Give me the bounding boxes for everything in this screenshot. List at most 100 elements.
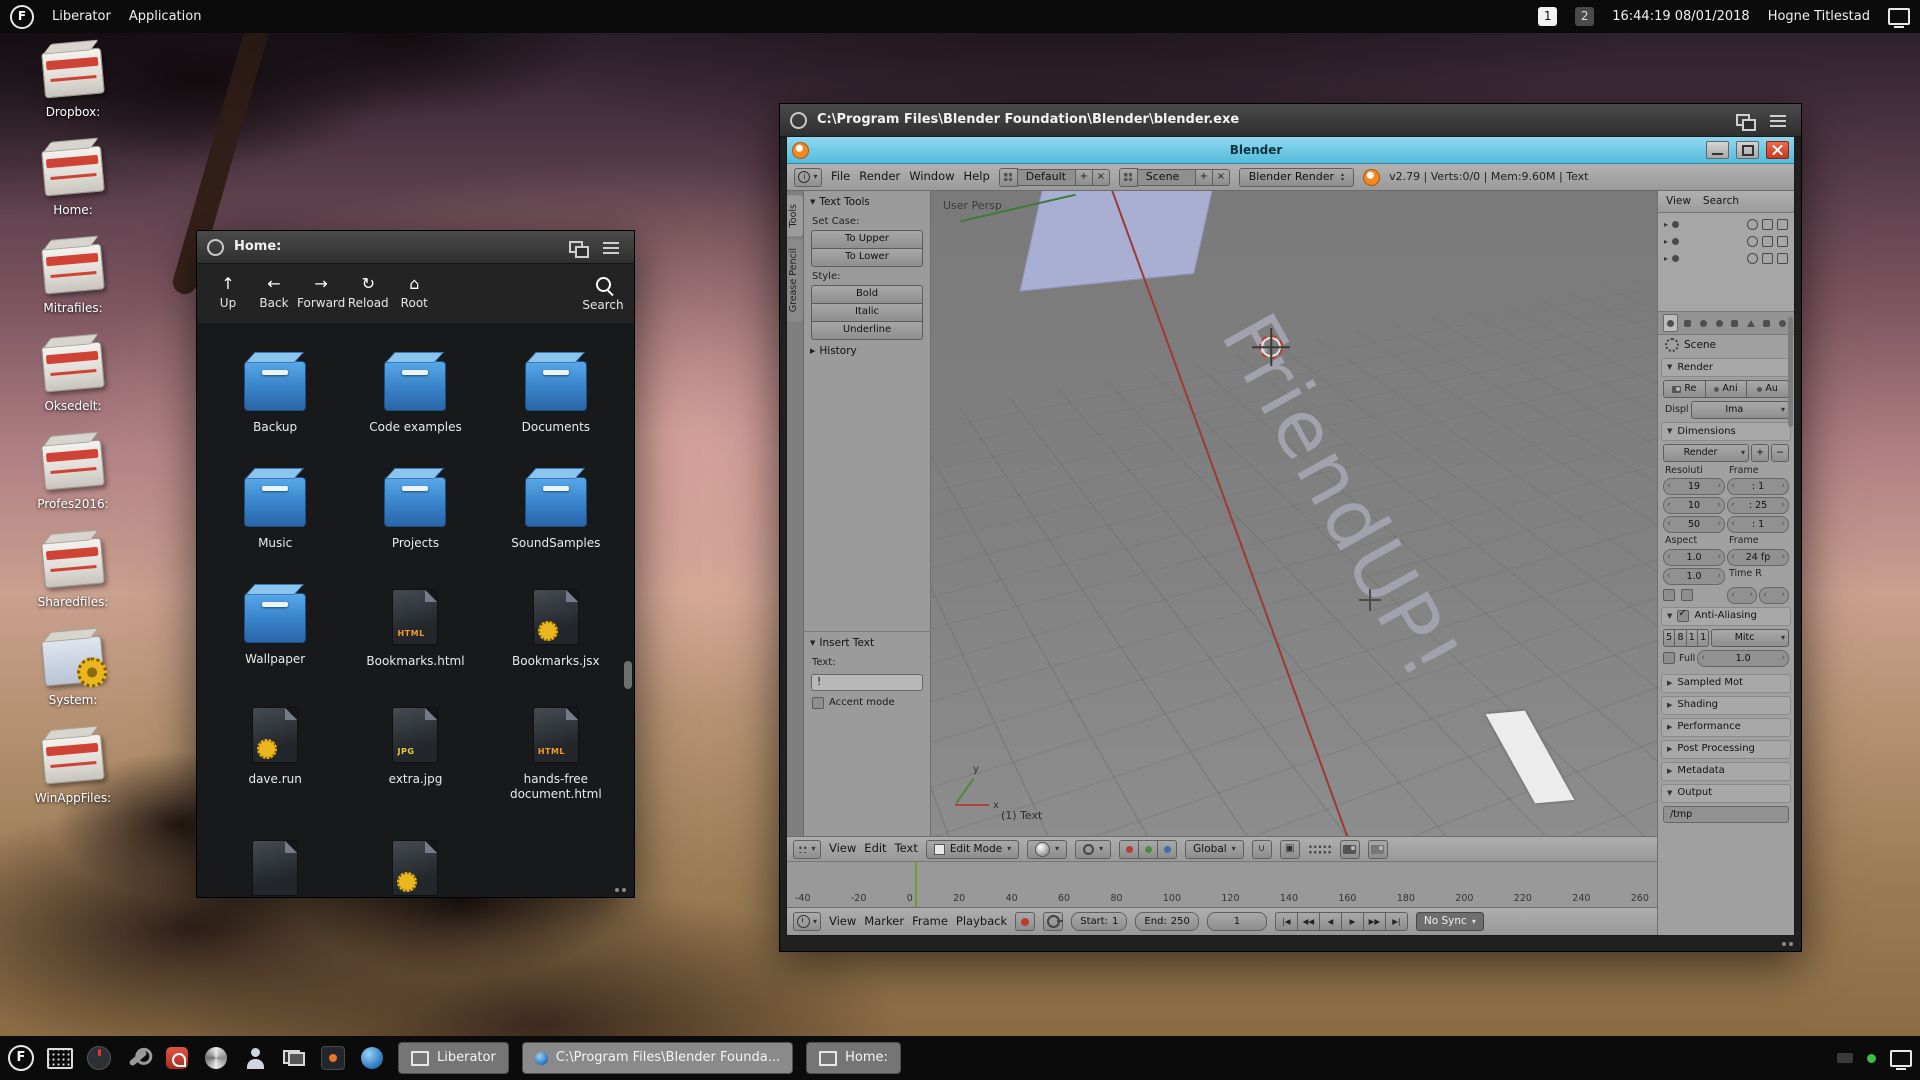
folder-item[interactable]: Projects	[345, 467, 485, 551]
blender-window-titlebar[interactable]: C:\Program Files\Blender Foundation\Blen…	[780, 104, 1801, 137]
minimize-button[interactable]	[1706, 141, 1729, 159]
desktop-icon-oksedelt[interactable]: Oksedelt:	[8, 334, 138, 413]
friend-menu-icon[interactable]: F	[8, 1045, 34, 1071]
snap-magnet-icon[interactable]: ∪	[1252, 840, 1272, 859]
opengl-render-anim-icon[interactable]	[1368, 840, 1388, 859]
selectability-icon[interactable]	[1762, 236, 1773, 247]
aa-samples-11-button[interactable]: 1	[1687, 629, 1698, 647]
tab-modifiers-icon[interactable]	[1760, 315, 1773, 331]
reload-button[interactable]: ↻ Reload	[345, 267, 391, 321]
jump-end-button[interactable]: ▶|	[1386, 912, 1408, 931]
manipulator-translate-icon[interactable]	[1119, 840, 1139, 859]
file-manager-titlebar[interactable]: Home:	[197, 231, 634, 264]
aspect-x-field[interactable]: 1.0	[1663, 549, 1725, 566]
menu-view[interactable]: View	[1666, 195, 1691, 208]
time-remap-old-field[interactable]	[1727, 587, 1757, 604]
contacts-app-icon[interactable]	[242, 1045, 268, 1071]
back-button[interactable]: ← Back	[251, 267, 297, 321]
resolution-x-field[interactable]: 19	[1663, 478, 1725, 495]
folder-item[interactable]: Music	[205, 467, 345, 551]
tab-grease-pencil[interactable]: Grease Pencil	[787, 239, 803, 321]
cursor-3d-icon[interactable]	[1259, 335, 1283, 359]
delete-scene-button[interactable]: ×	[1213, 169, 1230, 186]
renderability-camera-icon[interactable]	[1777, 236, 1788, 247]
jump-start-button[interactable]: |◀	[1275, 912, 1298, 931]
screen-layout-browse-icon[interactable]	[999, 168, 1018, 187]
blender-app-titlebar[interactable]: Blender	[787, 137, 1794, 164]
menu-edit[interactable]: Edit	[864, 842, 886, 856]
animation-button[interactable]: Ani	[1706, 380, 1748, 398]
underline-button[interactable]: Underline	[811, 321, 923, 340]
delete-layout-button[interactable]: ×	[1093, 169, 1110, 186]
folder-item[interactable]: Code examples	[345, 351, 485, 435]
display-icon[interactable]	[1890, 1050, 1912, 1067]
panel-insert-text[interactable]: Insert Text	[804, 632, 930, 653]
aa-filter-select[interactable]: Mitc	[1711, 629, 1789, 647]
orientation-select[interactable]: Global	[1185, 840, 1244, 859]
outliner-tree[interactable]: ▸ ▸ ▸	[1658, 213, 1794, 312]
outliner-item[interactable]: ▸	[1660, 250, 1792, 267]
aspect-y-field[interactable]: 1.0	[1663, 568, 1725, 585]
frame-step-field[interactable]: : 1	[1727, 516, 1789, 533]
resolution-y-field[interactable]: 10	[1663, 497, 1725, 514]
panel-metadata[interactable]: Metadata	[1661, 762, 1791, 781]
tab-tools[interactable]: Tools	[787, 195, 803, 236]
frame-start-field[interactable]: : 1	[1727, 478, 1789, 495]
desktop-icon-profes2016[interactable]: Profes2016:	[8, 432, 138, 511]
tab-constraints-icon[interactable]	[1744, 315, 1757, 331]
tab-world-icon[interactable]	[1713, 315, 1726, 331]
display-icon[interactable]	[1888, 8, 1910, 25]
snap-element-icon[interactable]: ▣	[1280, 840, 1300, 859]
frame-end-field[interactable]: End: 250	[1135, 912, 1198, 931]
visibility-eye-icon[interactable]	[1747, 253, 1758, 264]
menu-help[interactable]: Help	[964, 170, 990, 184]
scene-field[interactable]: Scene	[1138, 169, 1196, 186]
task-home[interactable]: Home:	[806, 1042, 901, 1074]
workspace-1-button[interactable]: 1	[1538, 7, 1557, 26]
menu-text[interactable]: Text	[895, 842, 918, 856]
next-keyframe-button[interactable]: ▶▶	[1364, 912, 1386, 931]
border-checkbox[interactable]	[1663, 589, 1675, 601]
panel-post-processing[interactable]: Post Processing	[1661, 740, 1791, 759]
menu-liberator[interactable]: Liberator	[52, 9, 111, 25]
display-select[interactable]: Ima	[1691, 401, 1789, 419]
bold-button[interactable]: Bold	[811, 285, 923, 304]
tab-render-icon[interactable]	[1663, 314, 1678, 332]
folder-item[interactable]: Documents	[486, 351, 626, 435]
italic-button[interactable]: Italic	[811, 303, 923, 322]
add-layout-button[interactable]: +	[1076, 169, 1093, 186]
selectability-icon[interactable]	[1762, 219, 1773, 230]
window-rollup-icon[interactable]	[600, 238, 624, 256]
menu-search[interactable]: Search	[1703, 195, 1739, 208]
file-item[interactable]: Bookmarks.jsx	[486, 583, 626, 669]
desktop-icon-system[interactable]: System:	[8, 628, 138, 707]
menu-render[interactable]: Render	[859, 170, 900, 184]
manipulator-rotate-icon[interactable]	[1139, 840, 1158, 859]
outliner-item[interactable]: ▸	[1660, 233, 1792, 250]
aa-samples-8-button[interactable]: 8	[1675, 629, 1686, 647]
panel-history[interactable]: History	[804, 340, 930, 361]
assistant-app-icon[interactable]	[203, 1045, 229, 1071]
editor-type-icon[interactable]	[793, 840, 821, 859]
aa-samples-16-button[interactable]: 1	[1698, 629, 1709, 647]
tab-object-icon[interactable]	[1729, 315, 1742, 331]
properties-scrollbar-thumb[interactable]	[1788, 317, 1793, 427]
dial-app-icon[interactable]	[86, 1045, 112, 1071]
time-remap-new-field[interactable]	[1759, 587, 1789, 604]
frame-end-field[interactable]: : 25	[1727, 497, 1789, 514]
opengl-render-icon[interactable]	[1340, 840, 1360, 859]
close-button[interactable]	[1766, 141, 1789, 159]
file-item-partial[interactable]	[345, 834, 485, 896]
scene-browse-icon[interactable]	[1119, 168, 1138, 187]
add-scene-button[interactable]: +	[1196, 169, 1213, 186]
window-menu-icon[interactable]	[207, 239, 224, 256]
menu-view[interactable]: View	[829, 915, 856, 929]
editor-type-icon[interactable]	[794, 168, 822, 187]
filter-size-field[interactable]: 1.0	[1697, 650, 1789, 667]
desktop-icon-dropbox[interactable]: Dropbox:	[8, 40, 138, 119]
up-button[interactable]: ↑ Up	[205, 267, 251, 321]
play-reverse-button[interactable]: ◀	[1320, 912, 1342, 931]
maximize-button[interactable]	[1736, 141, 1759, 159]
prev-keyframe-button[interactable]: ◀◀	[1298, 912, 1320, 931]
menu-window[interactable]: Window	[909, 170, 954, 184]
